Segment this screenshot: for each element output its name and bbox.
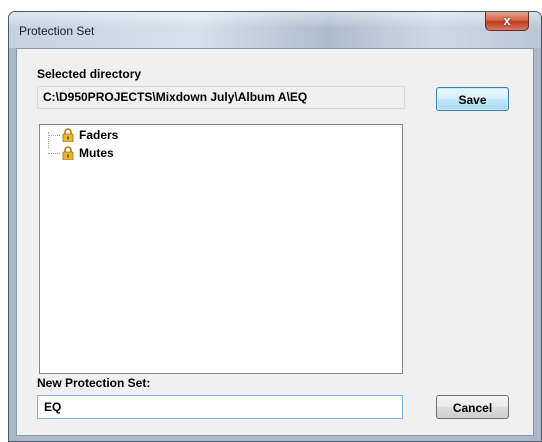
- new-protection-set-label: New Protection Set:: [37, 376, 151, 390]
- cancel-button[interactable]: Cancel: [436, 395, 509, 419]
- protection-set-tree[interactable]: Faders Mutes: [39, 124, 403, 374]
- window-title: Protection Set: [19, 24, 95, 38]
- tree-item-faders[interactable]: Faders: [48, 127, 118, 143]
- tree-item-label: Mutes: [79, 146, 114, 160]
- lock-icon: [62, 146, 74, 161]
- lock-icon: [62, 128, 74, 143]
- tree-item-mutes[interactable]: Mutes: [48, 145, 114, 161]
- selected-directory-label: Selected directory: [37, 67, 142, 81]
- protection-set-dialog: Protection Set x Selected directory C:\D…: [8, 11, 542, 442]
- tree-branch-line: [48, 134, 60, 136]
- tree-branch-line: [48, 152, 60, 154]
- close-icon: x: [503, 13, 511, 28]
- new-protection-set-input[interactable]: [37, 395, 403, 419]
- selected-directory-field: C:\D950PROJECTS\Mixdown July\Album A\EQ: [37, 86, 405, 109]
- close-button[interactable]: x: [485, 12, 529, 31]
- dialog-client-area: Selected directory C:\D950PROJECTS\Mixdo…: [16, 48, 534, 436]
- tree-item-label: Faders: [79, 128, 119, 142]
- title-bar[interactable]: Protection Set x: [9, 12, 541, 48]
- save-button[interactable]: Save: [436, 87, 509, 111]
